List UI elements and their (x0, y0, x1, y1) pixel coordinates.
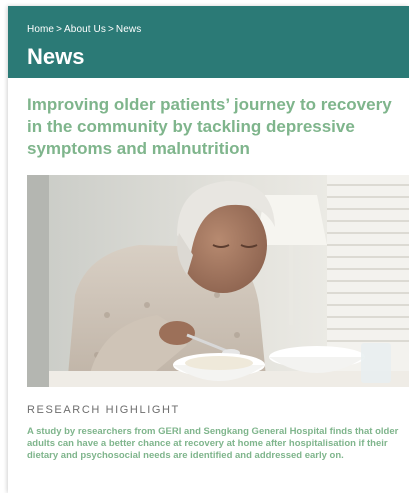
breadcrumb-separator: > (56, 24, 63, 35)
breadcrumb-about-link[interactable]: About Us (64, 24, 106, 35)
article-title-link[interactable]: Improving older patients’ journey to rec… (27, 94, 401, 160)
elderly-woman-eating-image (27, 175, 409, 387)
page-title: News (27, 44, 85, 69)
breadcrumb-current: News (115, 24, 142, 35)
breadcrumb-separator: > (107, 24, 114, 35)
breadcrumb-home-link[interactable]: Home (27, 24, 54, 35)
article-category: RESEARCH HIGHLIGHT (27, 404, 180, 416)
article-summary: A study by researchers from GERI and Sen… (27, 426, 399, 461)
page-header: Home > About Us > News News (8, 6, 409, 78)
article-hero-image[interactable] (27, 175, 409, 387)
breadcrumb: Home > About Us > News (27, 24, 141, 35)
news-panel: Home > About Us > News News Improving older … (8, 6, 409, 493)
